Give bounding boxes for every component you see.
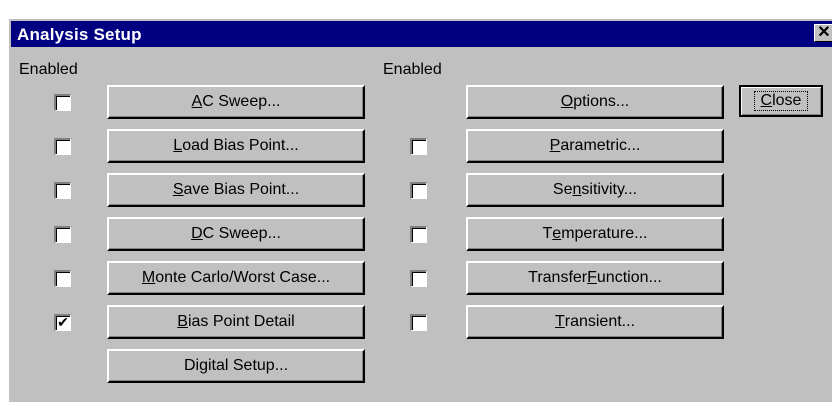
button-label-post: onte Carlo/Worst Case... [155,269,331,286]
enabled-header-left: Enabled [19,61,78,78]
button-label-accesskey: F [587,269,597,286]
transfer-function-checkbox[interactable] [410,270,427,287]
button-label-pre: Digital Setup... [183,357,289,374]
button-label-accesskey: O [560,93,574,110]
window-title: Analysis Setup [17,25,142,44]
button-label-accesskey: P [549,137,561,154]
button-label-post: sitivity... [581,181,638,198]
button-label-pre: Transfer [528,269,588,286]
transfer-function-button[interactable]: Transfer Function... [466,261,724,295]
title-bar: Analysis Setup ✕ [11,21,832,47]
button-label-accesskey: B [177,313,188,330]
dc-sweep-button[interactable]: DC Sweep... [107,217,365,251]
button-label-accesskey: S [172,181,184,198]
button-label-post: unction... [596,269,662,286]
button-label-pre: T [542,225,553,242]
monte-carlo-worst-case-checkbox[interactable] [54,270,71,287]
close-button[interactable]: Close [739,85,823,117]
transient-checkbox[interactable] [410,314,427,331]
button-label-post: ave Bias Point... [183,181,300,198]
sensitivity-button[interactable]: Se n sitivity... [466,173,724,207]
bias-point-detail-button[interactable]: Bias Point Detail [107,305,365,339]
bias-point-detail-checkbox[interactable]: ✔ [54,314,71,331]
button-label-pre: Se [552,181,573,198]
close-label-post: lose [772,92,802,109]
button-label-accesskey: n [572,181,582,198]
monte-carlo-worst-case-button[interactable]: Monte Carlo/Worst Case... [107,261,365,295]
dc-sweep-checkbox[interactable] [54,226,71,243]
load-bias-point-checkbox[interactable] [54,138,71,155]
button-label-post: ias Point Detail [187,313,295,330]
button-label-accesskey: D [191,225,203,242]
button-label-accesskey: L [173,137,183,154]
ac-sweep-button[interactable]: AC Sweep... [107,85,365,119]
parametric-button[interactable]: Parametric... [466,129,724,163]
ac-sweep-checkbox[interactable] [54,94,71,111]
button-label-accesskey: A [191,93,203,110]
button-label-accesskey: M [141,269,156,286]
button-label-post: arametric... [560,137,641,154]
digital-setup-button[interactable]: Digital Setup... [107,349,365,383]
temperature-checkbox[interactable] [410,226,427,243]
button-label-post: C Sweep... [202,93,281,110]
checkmark-icon: ✔ [57,314,69,330]
transient-button[interactable]: Transient... [466,305,724,339]
button-label-post: mperature... [561,225,648,242]
button-label-post: ptions... [573,93,630,110]
button-label-accesskey: e [552,225,562,242]
temperature-button[interactable]: Te mperature... [466,217,724,251]
options-button[interactable]: Options... [466,85,724,119]
enabled-header-right: Enabled [383,61,442,78]
button-label-post: ransient... [564,313,636,330]
load-bias-point-button[interactable]: Load Bias Point... [107,129,365,163]
button-label-post: C Sweep... [202,225,281,242]
button-label-post: oad Bias Point... [182,137,299,154]
window-close-icon[interactable]: ✕ [814,24,832,42]
close-label-key: C [760,92,773,109]
sensitivity-checkbox[interactable] [410,182,427,199]
analysis-setup-dialog: Analysis Setup ✕ Enabled Enabled AC Swee… [8,18,832,402]
save-bias-point-checkbox[interactable] [54,182,71,199]
parametric-checkbox[interactable] [410,138,427,155]
close-button-label: Close [753,91,809,111]
button-label-accesskey: T [554,313,565,330]
save-bias-point-button[interactable]: Save Bias Point... [107,173,365,207]
